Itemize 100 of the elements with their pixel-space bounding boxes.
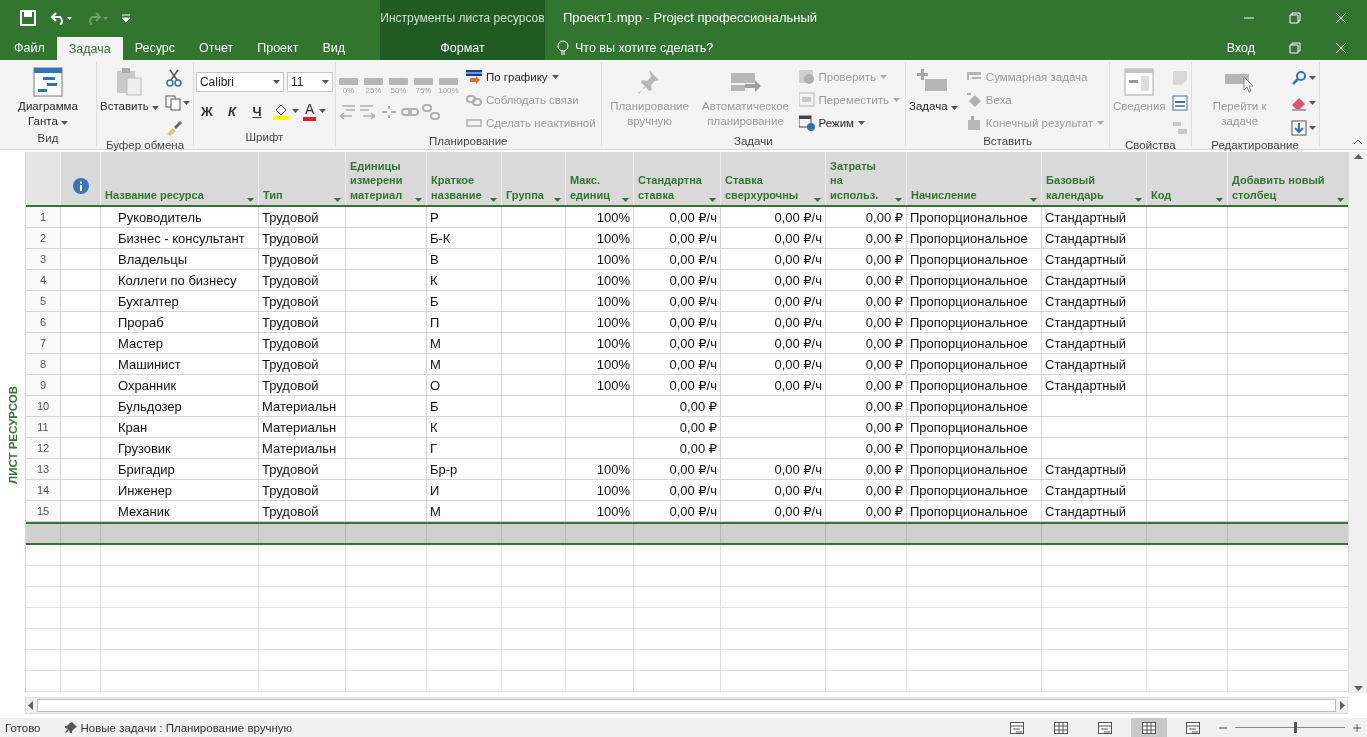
- timeline-icon: [1171, 120, 1188, 136]
- table-cell: М: [427, 354, 502, 375]
- table-cell: Пропорциональное: [907, 291, 1042, 312]
- empty-cell: [566, 629, 634, 650]
- row-number: 4: [26, 270, 61, 291]
- scroll-left-icon[interactable]: [28, 701, 33, 710]
- scroll-right-icon[interactable]: [1340, 701, 1345, 710]
- ribbon-tab[interactable]: Задача: [56, 37, 123, 60]
- column-header[interactable]: Код: [1147, 152, 1228, 205]
- column-header[interactable]: Базовый календарь: [1042, 152, 1147, 205]
- table-cell: 100%: [566, 291, 634, 312]
- column-header[interactable]: Группа: [502, 152, 566, 205]
- undo-icon[interactable]: [50, 10, 72, 25]
- ribbon-tab[interactable]: Ресурс: [122, 35, 187, 60]
- save-icon[interactable]: [20, 9, 36, 26]
- table-cell: 100%: [566, 270, 634, 291]
- collapse-ribbon-icon[interactable]: [1353, 139, 1363, 145]
- new-entry-row[interactable]: [26, 522, 1348, 545]
- table-cell: 0,00 ₽: [826, 480, 907, 501]
- font-name-field[interactable]: Calibri: [195, 72, 284, 92]
- dropdown-arrow-icon: [490, 198, 497, 202]
- table-cell: Пропорциональное: [907, 333, 1042, 354]
- font-size-field[interactable]: 11: [286, 72, 333, 92]
- horizontal-scrollbar[interactable]: [25, 697, 1348, 714]
- table-cell: Бизнес - консультант: [101, 228, 259, 249]
- table-cell: Прораб: [101, 312, 259, 333]
- scroll-down-icon[interactable]: [1353, 686, 1363, 691]
- column-header[interactable]: Затраты на использ.: [826, 152, 907, 205]
- font-color-button[interactable]: A: [302, 101, 317, 121]
- empty-cell: [502, 566, 566, 587]
- table-cell: Стандартный: [1042, 480, 1147, 501]
- table-cell: 0,00 ₽/ч: [721, 354, 826, 375]
- column-header[interactable]: Ставка сверхурочны: [721, 152, 826, 205]
- ribbon-button[interactable]: По графику: [462, 66, 599, 88]
- empty-cell: [61, 650, 101, 671]
- table-cell: Б-К: [427, 228, 502, 249]
- fill-down-button[interactable]: [1289, 118, 1317, 138]
- ribbon-button[interactable]: Задача: [908, 65, 959, 116]
- copy-button[interactable]: [163, 93, 191, 113]
- restore-icon[interactable]: [1289, 11, 1301, 24]
- table-cell: Стандартный: [1042, 375, 1147, 396]
- text-style-button[interactable]: К: [220, 101, 243, 121]
- empty-cell: [61, 587, 101, 608]
- zoom-in-icon[interactable]: [1353, 723, 1361, 732]
- sign-in-link[interactable]: Вход: [1226, 40, 1255, 55]
- table-cell: 0,00 ₽/ч: [721, 207, 826, 228]
- note-icon: [1171, 70, 1188, 86]
- close-icon[interactable]: [1335, 41, 1347, 54]
- restore-icon[interactable]: [1289, 41, 1301, 54]
- ribbon-tab[interactable]: Отчет: [187, 35, 246, 60]
- dropdown-arrow-icon: [182, 101, 190, 105]
- table-cell: 0,00 ₽/ч: [721, 249, 826, 270]
- table-cell: 0,00 ₽: [826, 270, 907, 291]
- details-button[interactable]: [1170, 93, 1189, 113]
- column-header[interactable]: Макс. единиц: [566, 152, 634, 205]
- row-number: 2: [26, 228, 61, 249]
- dropdown-arrow-icon: [272, 80, 280, 84]
- table-cell: Бульдозер: [101, 396, 259, 417]
- table-cell: Инженер: [101, 480, 259, 501]
- table-cell: Бухгалтер: [101, 291, 259, 312]
- table-cell: Пропорциональное: [907, 270, 1042, 291]
- table-cell: 0,00 ₽/ч: [634, 333, 721, 354]
- vertical-scrollbar[interactable]: [1348, 152, 1367, 693]
- table-cell: Пропорциональное: [907, 312, 1042, 333]
- ribbon-button[interactable]: Вставить: [99, 65, 160, 116]
- view-icon: [1142, 721, 1156, 734]
- zoom-slider-thumb[interactable]: [1293, 722, 1297, 733]
- text-style-button[interactable]: Ч: [245, 101, 268, 121]
- empty-cell: [502, 333, 566, 354]
- column-header[interactable]: Начисление: [907, 152, 1042, 205]
- empty-cell: [502, 629, 566, 650]
- table-cell: 0,00 ₽/ч: [634, 312, 721, 333]
- ribbon-button[interactable]: Диаграмма Ганта: [2, 65, 94, 131]
- customize-icon[interactable]: [122, 13, 130, 22]
- dropdown-arrow-icon: [858, 121, 866, 125]
- table-cell: 100%: [566, 249, 634, 270]
- column-header[interactable]: Название ресурса: [101, 152, 259, 205]
- pushpin-icon: [64, 721, 77, 734]
- table-cell: Р: [427, 207, 502, 228]
- empty-cell: [502, 545, 566, 566]
- row-number: 3: [26, 249, 61, 270]
- column-header[interactable]: Стандартна ставка: [634, 152, 721, 205]
- close-icon[interactable]: [1335, 11, 1347, 24]
- ribbon-tab[interactable]: Проект: [245, 35, 311, 60]
- calendar-arrow-icon: [465, 69, 482, 85]
- new-tasks-mode[interactable]: Новые задачи : Планирование вручную: [64, 721, 293, 734]
- empty-cell: [61, 566, 101, 587]
- empty-cell: [566, 650, 634, 671]
- ribbon-tab[interactable]: Вид: [310, 35, 358, 60]
- column-header[interactable]: Тип: [259, 152, 346, 205]
- search-icon: [1290, 70, 1307, 86]
- tell-me-field[interactable]: Что вы хотите сделать?: [575, 40, 775, 55]
- text-style-button[interactable]: Ж: [195, 101, 218, 121]
- scroll-up-icon[interactable]: [1353, 154, 1363, 159]
- table-cell: 100%: [566, 228, 634, 249]
- column-header[interactable]: Единицы измерени материал: [346, 152, 427, 205]
- column-header[interactable]: Краткое название: [427, 152, 502, 205]
- ribbon-button[interactable]: Режим: [795, 112, 904, 134]
- ribbon-tab[interactable]: Файл: [2, 35, 57, 60]
- view-button[interactable]: [1131, 718, 1167, 737]
